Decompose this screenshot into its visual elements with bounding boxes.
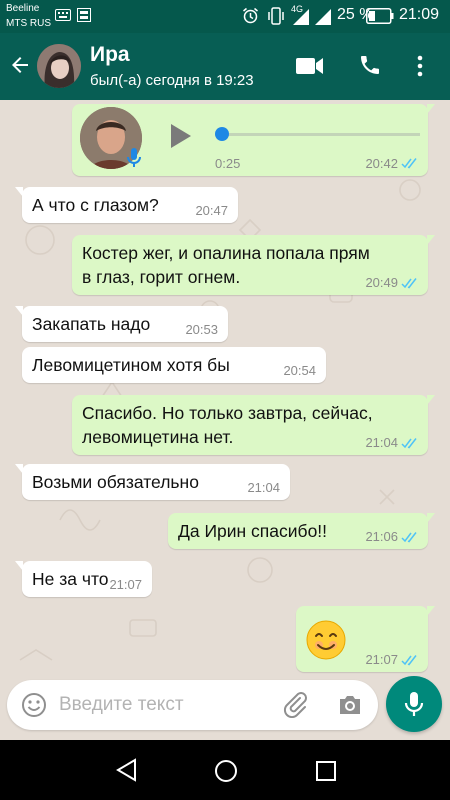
screenshot-notification-icon xyxy=(77,8,91,22)
status-bar: Beeline MTS RUS 4G 25 % 21:09 xyxy=(0,0,450,33)
contact-name[interactable]: Ира xyxy=(90,43,130,67)
message-incoming[interactable]: Не за что 21:07 xyxy=(15,561,152,597)
carrier-names: Beeline MTS RUS xyxy=(6,1,51,31)
nav-recents-icon[interactable] xyxy=(315,760,337,782)
message-time: 21:07 xyxy=(365,652,398,667)
microphone-icon xyxy=(404,692,424,716)
message-text: Да Ирин спасибо!! xyxy=(178,521,328,541)
mic-badge-icon xyxy=(127,148,141,167)
message-text: А что с глазом? xyxy=(32,195,159,215)
last-seen-status: был(-а) сегодня в 19:23 xyxy=(90,72,254,89)
message-incoming[interactable]: Возьми обязательно 21:04 xyxy=(15,464,290,500)
message-input-bar xyxy=(7,680,378,730)
avatar-image xyxy=(37,44,81,88)
voice-progress-handle[interactable] xyxy=(215,127,229,141)
contact-avatar[interactable] xyxy=(37,44,81,88)
message-time: 20:47 xyxy=(195,203,228,218)
message-time: 20:49 xyxy=(365,275,398,290)
carrier-1: Beeline xyxy=(6,3,40,14)
message-text: Закапать надо xyxy=(32,314,151,334)
message-outgoing[interactable]: Костер жег, и опалина попала прям в глаз… xyxy=(72,235,435,295)
message-time: 21:07 xyxy=(109,577,142,592)
video-call-icon[interactable] xyxy=(296,56,324,76)
attach-icon[interactable] xyxy=(283,692,309,718)
voice-message-bubble[interactable]: 0:25 20:42 xyxy=(72,104,435,176)
read-receipt-icon xyxy=(401,532,417,543)
message-time: 21:04 xyxy=(365,435,398,450)
vibrate-icon xyxy=(268,7,284,25)
more-options-icon[interactable] xyxy=(416,54,424,78)
clock: 21:09 xyxy=(399,6,440,23)
emoji-icon[interactable] xyxy=(21,692,47,718)
message-incoming[interactable]: А что с глазом? 20:47 xyxy=(15,187,238,223)
message-outgoing[interactable]: 21:07 xyxy=(296,606,435,672)
alarm-icon xyxy=(243,7,258,24)
read-receipt-icon xyxy=(401,655,417,666)
signal-2-icon xyxy=(315,9,331,25)
nav-back-icon[interactable] xyxy=(115,758,137,782)
read-receipt-icon xyxy=(401,158,417,169)
voice-call-icon[interactable] xyxy=(358,53,382,77)
message-text: Левомицетином хотя бы xyxy=(32,355,230,375)
message-incoming[interactable]: Левомицетином хотя бы 20:54 xyxy=(22,347,326,383)
signal-icon xyxy=(293,9,309,25)
message-time: 21:04 xyxy=(247,480,280,495)
smiling-face-emoji-icon xyxy=(306,620,346,660)
chat-header: Ира был(-а) сегодня в 19:23 xyxy=(0,33,450,100)
system-navigation-bar xyxy=(0,740,450,800)
play-icon[interactable] xyxy=(169,122,193,150)
read-receipt-icon xyxy=(401,278,417,289)
message-text: Возьми обязательно xyxy=(32,472,199,492)
back-arrow-icon[interactable] xyxy=(8,53,32,77)
camera-icon[interactable] xyxy=(337,693,363,717)
carrier-2: MTS RUS xyxy=(6,18,51,29)
record-voice-button[interactable] xyxy=(386,676,442,732)
message-time: 21:06 xyxy=(365,529,398,544)
message-outgoing[interactable]: Да Ирин спасибо!! 21:06 xyxy=(168,513,435,549)
keyboard-icon xyxy=(55,9,71,21)
message-incoming[interactable]: Закапать надо 20:53 xyxy=(15,306,228,342)
voice-duration: 0:25 xyxy=(215,156,241,171)
nav-home-icon[interactable] xyxy=(214,759,238,783)
message-time: 20:53 xyxy=(185,322,218,337)
message-list[interactable]: 0:25 20:42 А что с глазом? 20:47 Костер … xyxy=(0,100,450,675)
message-time: 20:42 xyxy=(365,156,398,171)
message-text-line-1: Костер жег, и опалина попала прям xyxy=(82,243,370,263)
voice-progress-track xyxy=(220,133,420,136)
battery-icon xyxy=(366,8,394,24)
message-outgoing[interactable]: Спасибо. Но только завтра, сейчас, левом… xyxy=(72,395,435,455)
read-receipt-icon xyxy=(401,438,417,449)
message-text: Не за что xyxy=(32,569,109,589)
message-text-line-1: Спасибо. Но только завтра, сейчас, xyxy=(82,403,373,423)
message-input[interactable] xyxy=(59,692,269,718)
message-time: 20:54 xyxy=(283,363,316,378)
